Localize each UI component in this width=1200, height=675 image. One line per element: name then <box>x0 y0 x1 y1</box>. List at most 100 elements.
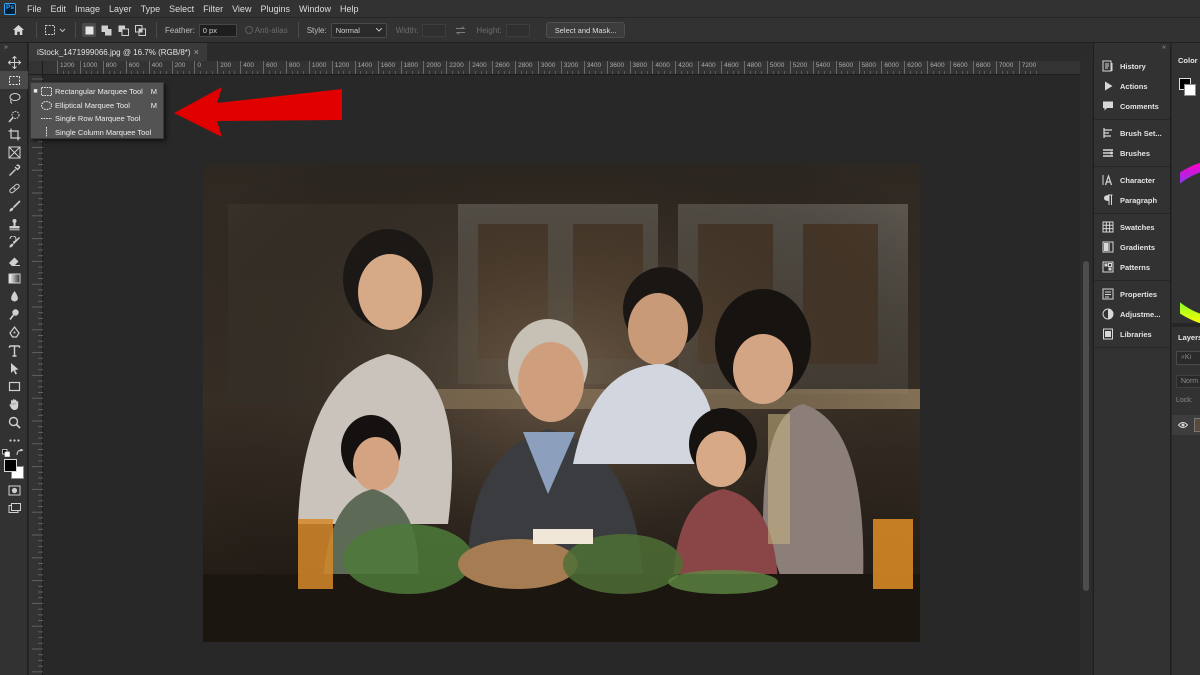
ruler-tick: 600 <box>263 61 277 74</box>
add-selection-icon[interactable] <box>99 23 113 37</box>
default-colors-icon[interactable] <box>2 449 10 457</box>
home-icon[interactable] <box>10 22 26 38</box>
feather-input[interactable]: 0 px <box>198 23 237 37</box>
blur-tool-icon[interactable] <box>0 287 28 305</box>
document-image[interactable] <box>203 164 920 642</box>
ruler-minor-tick <box>532 71 534 74</box>
type-tool-icon[interactable] <box>0 341 28 359</box>
menu-filter[interactable]: Filter <box>199 4 228 14</box>
menu-select[interactable]: Select <box>165 4 199 14</box>
intersect-selection-icon[interactable] <box>133 23 147 37</box>
ruler-tick-label: 1200 <box>334 62 350 69</box>
swap-colors-icon[interactable] <box>16 449 25 457</box>
ruler-tick: 2000 <box>423 61 441 74</box>
lasso-tool-icon[interactable] <box>0 89 28 107</box>
panel-button-history[interactable]: History <box>1094 56 1170 76</box>
vertical-ruler[interactable] <box>29 75 43 675</box>
brush-tool-icon[interactable] <box>0 197 28 215</box>
menu-window[interactable]: Window <box>295 4 336 14</box>
panel-button-libraries[interactable]: Libraries <box>1094 324 1170 344</box>
history-brush-tool-icon[interactable] <box>0 233 28 251</box>
tab-color[interactable]: Color <box>1172 56 1200 65</box>
flyout-item-single-row-marquee[interactable]: Single Row Marquee Tool <box>31 112 163 126</box>
foreground-color[interactable] <box>4 459 17 472</box>
blend-mode-select[interactable]: Norm <box>1176 375 1200 388</box>
expand-toolbar-icon[interactable]: » <box>0 43 27 53</box>
menu-view[interactable]: View <box>228 4 256 14</box>
panel-button-adjustme[interactable]: Adjustme... <box>1094 304 1170 324</box>
more-tools-icon[interactable] <box>0 431 28 449</box>
close-icon[interactable]: × <box>194 47 199 57</box>
crop-tool-icon[interactable] <box>0 125 28 143</box>
move-tool-icon[interactable] <box>0 53 28 71</box>
gradient-tool-icon[interactable] <box>0 269 28 287</box>
menu-file[interactable]: File <box>23 4 47 14</box>
ruler-minor-tick <box>1030 71 1032 74</box>
healing-brush-tool-icon[interactable] <box>0 179 28 197</box>
panel-button-patterns[interactable]: Patterns <box>1094 257 1170 277</box>
pen-tool-icon[interactable] <box>0 323 28 341</box>
layer-filter-input[interactable]: ⌕Ki <box>1176 351 1200 365</box>
subtract-selection-icon[interactable] <box>116 23 130 37</box>
vertical-scrollbar[interactable] <box>1080 61 1092 675</box>
panel-button-comments[interactable]: Comments <box>1094 96 1170 116</box>
panel-button-brush-set[interactable]: Brush Set... <box>1094 123 1170 143</box>
panel-button-label: Comments <box>1120 101 1159 111</box>
ruler-tick: 1200 <box>331 61 349 74</box>
horizontal-ruler[interactable]: 1200 1000 800 600 400 200 0 200 400 600 800 1000 120… <box>43 61 1080 75</box>
eyedropper-tool-icon[interactable] <box>0 161 28 179</box>
collapse-panels-icon[interactable]: « <box>1094 43 1170 53</box>
select-and-mask-button[interactable]: Select and Mask... <box>545 22 626 38</box>
color-swatches[interactable] <box>0 449 28 481</box>
menu-type[interactable]: Type <box>137 4 166 14</box>
flyout-item-elliptical-marquee[interactable]: Elliptical Marquee Tool M <box>31 99 163 113</box>
menu-layer[interactable]: Layer <box>105 4 137 14</box>
menu-edit[interactable]: Edit <box>47 4 72 14</box>
style-select[interactable]: Normal <box>330 22 387 38</box>
menu-image[interactable]: Image <box>71 4 105 14</box>
visibility-eye-icon[interactable] <box>1178 421 1188 429</box>
menu-help[interactable]: Help <box>336 4 364 14</box>
width-input[interactable] <box>422 23 447 37</box>
ruler-origin[interactable] <box>29 61 43 75</box>
tool-preset-icon[interactable] <box>43 22 69 38</box>
flyout-item-single-column-marquee[interactable]: Single Column Marquee Tool <box>31 126 163 140</box>
panel-button-properties[interactable]: Properties <box>1094 284 1170 304</box>
flyout-item-rectangular-marquee[interactable]: ■ Rectangular Marquee Tool M <box>31 85 163 99</box>
frame-tool-icon[interactable] <box>0 143 28 161</box>
ruler-minor-tick <box>343 71 345 74</box>
quick-selection-tool-icon[interactable] <box>0 107 28 125</box>
scrollbar-thumb[interactable] <box>1083 261 1089 591</box>
swap-icon[interactable] <box>452 22 468 38</box>
layer-row[interactable] <box>1172 415 1200 435</box>
eraser-tool-icon[interactable] <box>0 251 28 269</box>
antialias-checkbox[interactable] <box>244 26 253 34</box>
color-wheel[interactable] <box>1180 158 1200 328</box>
path-selection-tool-icon[interactable] <box>0 359 28 377</box>
panel-button-brushes[interactable]: Brushes <box>1094 143 1170 163</box>
panel-button-gradients[interactable]: Gradients <box>1094 237 1170 257</box>
panel-button-actions[interactable]: Actions <box>1094 76 1170 96</box>
marquee-tool-icon[interactable] <box>0 71 28 89</box>
height-input[interactable] <box>505 23 530 37</box>
document-tab[interactable]: iStock_1471999066.jpg @ 16.7% (RGB/8*) × <box>29 43 207 61</box>
flyout-item-label: Elliptical Marquee Tool <box>55 100 130 110</box>
tab-layers[interactable]: Layers <box>1172 333 1200 342</box>
zoom-tool-icon[interactable] <box>0 413 28 431</box>
rectangle-tool-icon[interactable] <box>0 377 28 395</box>
new-selection-icon[interactable] <box>82 23 96 37</box>
ruler-minor-tick <box>1024 71 1026 74</box>
panel-button-paragraph[interactable]: Paragraph <box>1094 190 1170 210</box>
collapsed-panels: « History Actions Comments Brush Set... Brus… <box>1093 43 1171 675</box>
background-swatch[interactable] <box>1184 84 1196 96</box>
panel-button-swatches[interactable]: Swatches <box>1094 217 1170 237</box>
hand-tool-icon[interactable] <box>0 395 28 413</box>
menu-plugins[interactable]: Plugins <box>256 4 295 14</box>
dodge-tool-icon[interactable] <box>0 305 28 323</box>
clone-stamp-tool-icon[interactable] <box>0 215 28 233</box>
screen-mode-icon[interactable] <box>0 499 28 517</box>
panel-button-character[interactable]: Character <box>1094 170 1170 190</box>
options-bar: Feather: 0 px Anti-alias Style: Normal W… <box>0 17 1200 43</box>
quick-mask-icon[interactable] <box>0 481 28 499</box>
ruler-minor-tick <box>383 71 385 74</box>
